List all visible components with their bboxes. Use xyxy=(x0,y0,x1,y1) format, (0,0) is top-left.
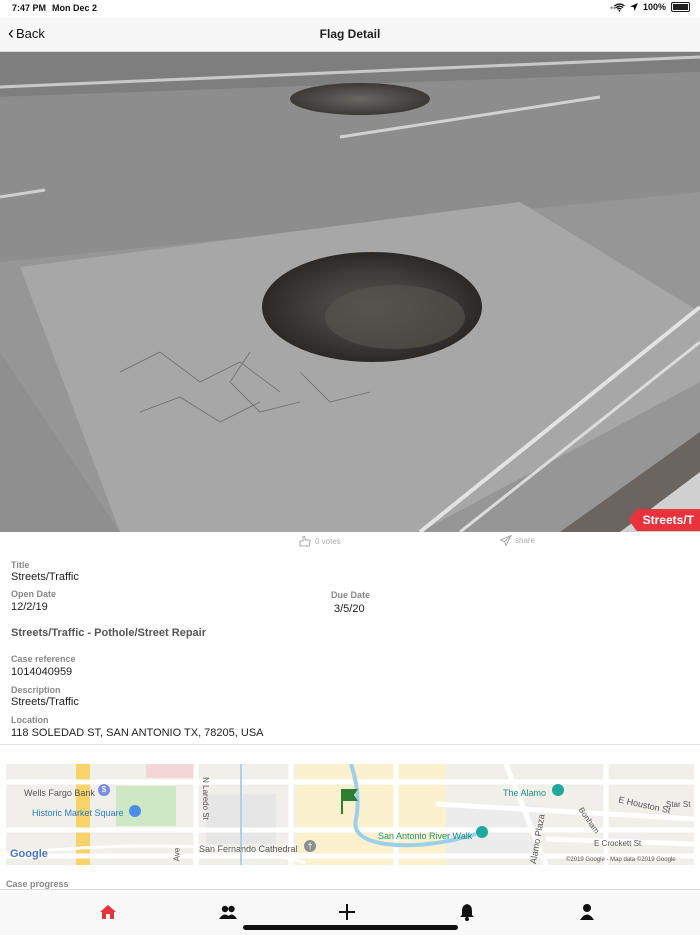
shopping-pin-icon xyxy=(129,805,141,817)
paper-plane-icon xyxy=(500,535,512,546)
due-date-value: 3/5/20 xyxy=(334,603,365,615)
due-date-label: Due Date xyxy=(331,590,371,600)
map-label-n-laredo: N Laredo St xyxy=(200,777,210,820)
wifi-icon xyxy=(614,2,625,12)
location-value: 118 SOLEDAD ST, SAN ANTONIO TX, 78205, U… xyxy=(11,727,264,739)
tab-profile[interactable] xyxy=(575,900,599,924)
landmark-pin-icon xyxy=(552,784,564,796)
case-reference-value: 1014040959 xyxy=(11,666,73,678)
location-label: Location xyxy=(11,715,49,725)
church-pin-icon: † xyxy=(304,840,316,852)
tab-add[interactable] xyxy=(335,900,359,924)
battery-icon xyxy=(671,2,690,12)
status-time: 7:47 PM xyxy=(12,3,47,13)
map-label-star-st: Star St xyxy=(666,800,691,809)
map-label-san-fernando: San Fernando Cathedral xyxy=(199,844,298,854)
hand-icon xyxy=(299,535,311,547)
community-icon xyxy=(219,905,237,919)
title-value: Streets/Traffic xyxy=(11,571,79,583)
location-arrow-icon xyxy=(629,3,638,11)
flag-photo[interactable] xyxy=(0,52,700,532)
flag-marker-icon xyxy=(341,789,358,814)
status-bar: 7:47 PM Mon Dec 2 ••• 100% xyxy=(0,0,700,18)
map-label-wells-fargo: Wells Fargo Bank xyxy=(24,788,95,798)
map-label-ave: Ave xyxy=(172,847,182,862)
category-tag: Streets/T xyxy=(628,509,700,531)
location-map[interactable]: Wells Fargo Bank $ Historic Market Squar… xyxy=(6,764,694,865)
home-icon xyxy=(100,905,116,919)
battery-percent: 100% xyxy=(642,2,666,12)
map-attribution: ©2019 Google - Map data ©2019 Google xyxy=(566,857,676,863)
case-progress-label: Case progress xyxy=(6,879,69,889)
add-icon xyxy=(339,904,355,920)
share-label: share xyxy=(515,536,536,545)
open-date-label: Open Date xyxy=(11,589,57,599)
pothole-photo-illustration xyxy=(0,52,700,532)
votes-count: 0 votes xyxy=(315,536,341,546)
description-value: Streets/Traffic xyxy=(11,696,79,708)
home-indicator xyxy=(243,925,458,930)
case-reference-label: Case reference xyxy=(11,654,76,664)
action-row: 0 votes share xyxy=(0,533,700,549)
park-pin-icon xyxy=(476,826,488,838)
navigation-bar: ‹ Back Flag Detail xyxy=(0,18,700,52)
open-date-value: 12/2/19 xyxy=(11,601,48,613)
bank-pin-icon: $ xyxy=(98,784,110,796)
map-label-historic-market: Historic Market Square xyxy=(32,808,124,818)
description-label: Description xyxy=(11,685,61,695)
status-right: 100% xyxy=(614,2,690,12)
page-title: Flag Detail xyxy=(319,27,381,41)
tab-notifications[interactable] xyxy=(455,900,479,924)
notifications-icon xyxy=(460,904,474,921)
tab-home[interactable] xyxy=(96,900,120,924)
map-label-e-crockett: E Crockett St xyxy=(594,839,642,848)
status-date: Mon Dec 2 xyxy=(52,3,98,13)
divider xyxy=(0,744,700,745)
title-label: Title xyxy=(11,560,30,570)
share-button[interactable]: share xyxy=(500,535,535,546)
tab-community[interactable] xyxy=(216,900,240,924)
profile-icon xyxy=(580,904,594,920)
google-logo: Google xyxy=(10,848,48,860)
case-subject: Streets/Traffic - Pothole/Street Repair xyxy=(11,627,206,639)
vote-button[interactable]: 0 votes xyxy=(298,535,341,547)
map-label-river-walk: San Antonio River Walk xyxy=(378,831,473,841)
map-label-alamo: The Alamo xyxy=(503,788,547,798)
